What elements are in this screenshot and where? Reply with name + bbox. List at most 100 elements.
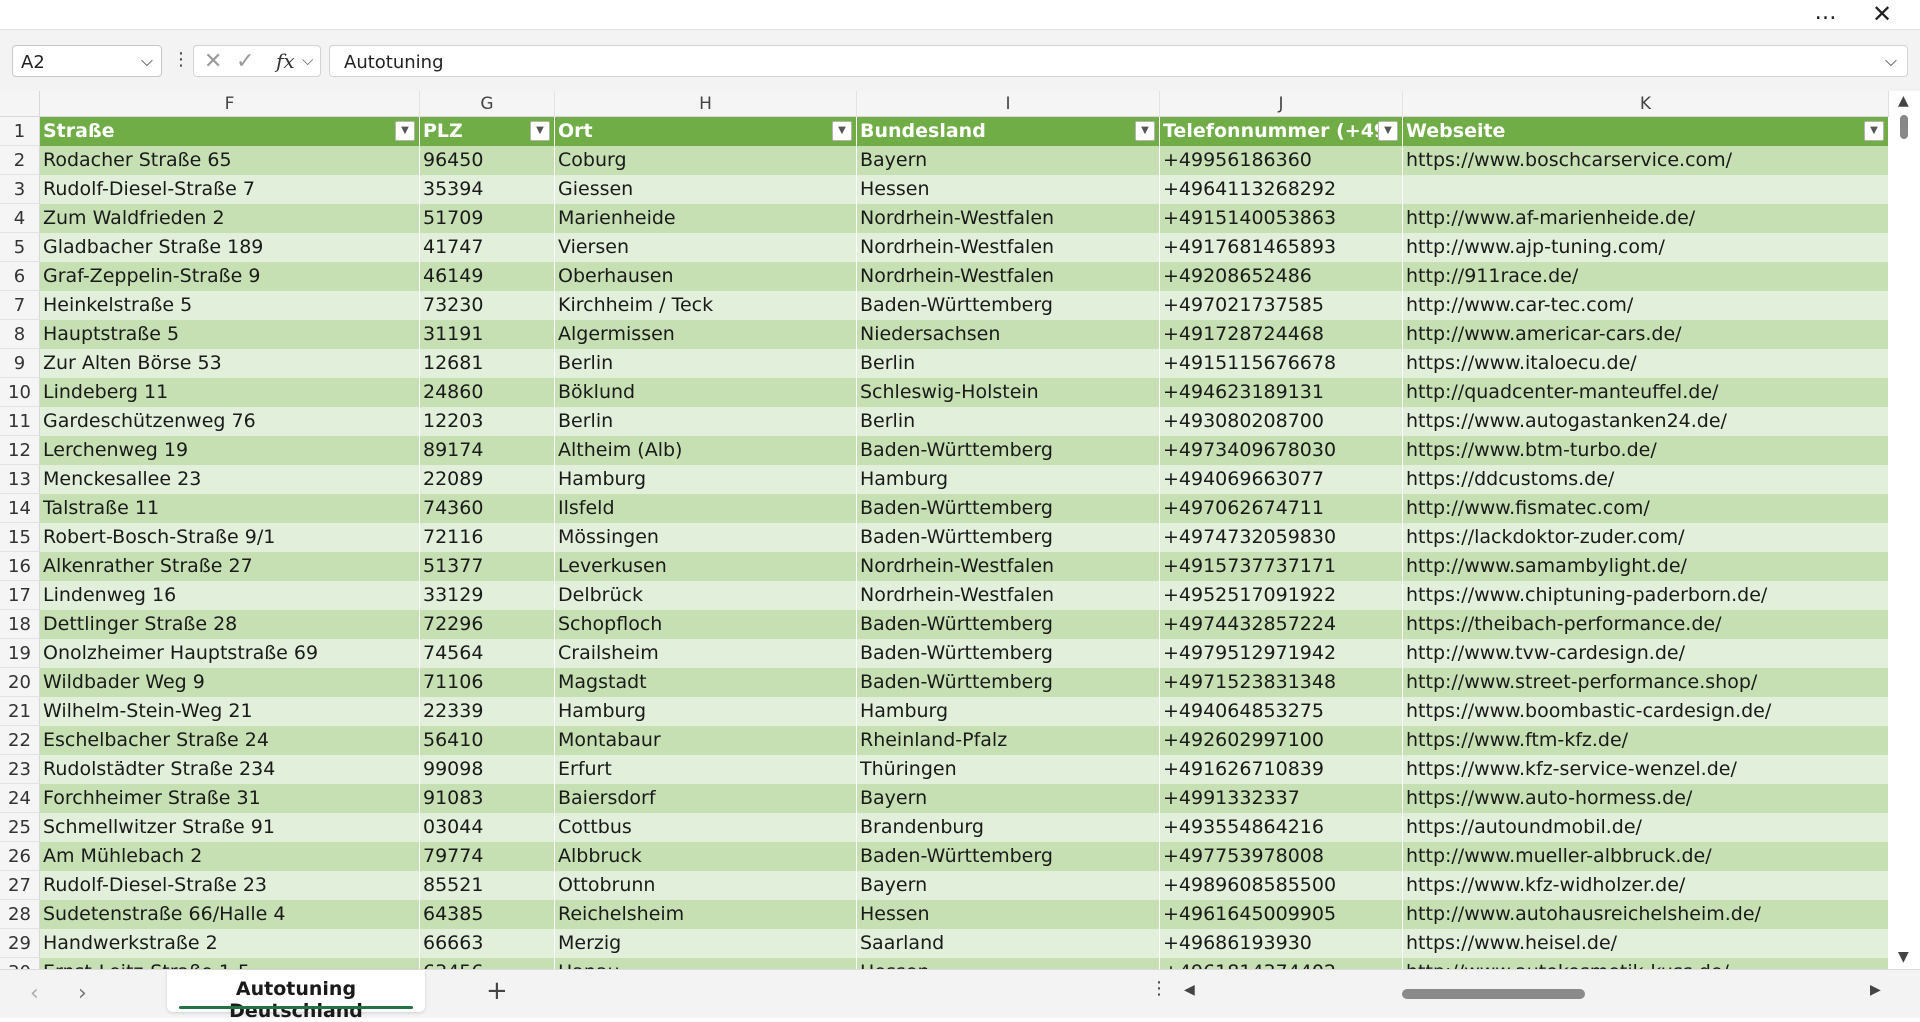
- chevron-down-icon[interactable]: ⌵: [302, 51, 313, 69]
- table-cell[interactable]: +4915115676678: [1160, 349, 1403, 378]
- table-cell[interactable]: http://www.car-tec.com/: [1403, 291, 1889, 320]
- table-cell[interactable]: +497021737585: [1160, 291, 1403, 320]
- table-cell[interactable]: +4989608585500: [1160, 871, 1403, 900]
- table-cell[interactable]: Berlin: [857, 407, 1160, 436]
- sheet-tab-autotuning[interactable]: Autotuning Deutschland: [167, 970, 425, 1022]
- table-cell[interactable]: +4952517091922: [1160, 581, 1403, 610]
- table-cell[interactable]: Hessen: [857, 175, 1160, 204]
- table-cell[interactable]: 12203: [420, 407, 555, 436]
- row-header[interactable]: 18: [0, 610, 40, 639]
- table-cell[interactable]: Lindeberg 11: [40, 378, 420, 407]
- vertical-scroll-thumb[interactable]: [1900, 115, 1908, 139]
- table-cell[interactable]: +4964113268292: [1160, 175, 1403, 204]
- table-cell[interactable]: Schleswig-Holstein: [857, 378, 1160, 407]
- table-cell[interactable]: +4917681465893: [1160, 233, 1403, 262]
- row-header[interactable]: 3: [0, 175, 40, 204]
- select-all-corner[interactable]: [0, 91, 40, 117]
- table-cell[interactable]: http://911race.de/: [1403, 262, 1889, 291]
- table-cell[interactable]: https://www.boschcarservice.com/: [1403, 146, 1889, 175]
- table-cell[interactable]: Berlin: [857, 349, 1160, 378]
- column-header-k[interactable]: K: [1403, 91, 1889, 117]
- table-cell[interactable]: Magstadt: [555, 668, 857, 697]
- table-cell[interactable]: +49686193930: [1160, 929, 1403, 958]
- table-cell[interactable]: Lindenweg 16: [40, 581, 420, 610]
- spreadsheet-grid[interactable]: ▲ ▼ F G H I J K 1 Straße ▼ PLZ ▼ Ort ▼ Bundesland ▼ Tel…: [0, 91, 1920, 969]
- table-cell[interactable]: Crailsheim: [555, 639, 857, 668]
- table-cell[interactable]: http://www.tvw-cardesign.de/: [1403, 639, 1889, 668]
- table-cell[interactable]: Onolzheimer Hauptstraße 69: [40, 639, 420, 668]
- table-cell[interactable]: +4961645009905: [1160, 900, 1403, 929]
- table-cell[interactable]: +49208652486: [1160, 262, 1403, 291]
- table-cell[interactable]: 73230: [420, 291, 555, 320]
- table-cell[interactable]: Hessen: [857, 900, 1160, 929]
- header-cell[interactable]: Ort: [555, 117, 857, 146]
- table-cell[interactable]: Hamburg: [555, 465, 857, 494]
- table-cell[interactable]: Hanau: [555, 958, 857, 969]
- table-cell[interactable]: https://www.italoecu.de/: [1403, 349, 1889, 378]
- table-cell[interactable]: Altheim (Alb): [555, 436, 857, 465]
- column-header-g[interactable]: G: [420, 91, 555, 117]
- table-cell[interactable]: 64385: [420, 900, 555, 929]
- table-cell[interactable]: Thüringen: [857, 755, 1160, 784]
- table-cell[interactable]: Rudolstädter Straße 234: [40, 755, 420, 784]
- horizontal-scroll-thumb[interactable]: [1402, 989, 1585, 999]
- table-cell[interactable]: +494069663077: [1160, 465, 1403, 494]
- close-icon[interactable]: ✕: [1866, 0, 1898, 30]
- table-cell[interactable]: Merzig: [555, 929, 857, 958]
- table-cell[interactable]: Ottobrunn: [555, 871, 857, 900]
- filter-dropdown-icon[interactable]: ▼: [530, 121, 550, 141]
- table-cell[interactable]: +4974432857224: [1160, 610, 1403, 639]
- table-cell[interactable]: 89174: [420, 436, 555, 465]
- table-cell[interactable]: Delbrück: [555, 581, 857, 610]
- table-cell[interactable]: Lerchenweg 19: [40, 436, 420, 465]
- table-cell[interactable]: Kirchheim / Teck: [555, 291, 857, 320]
- scroll-right-icon[interactable]: ▶: [1870, 982, 1881, 998]
- table-cell[interactable]: Albbruck: [555, 842, 857, 871]
- chevron-down-icon[interactable]: ⌵: [141, 51, 153, 71]
- table-cell[interactable]: Nordrhein-Westfalen: [857, 581, 1160, 610]
- table-cell[interactable]: 91083: [420, 784, 555, 813]
- column-header-h[interactable]: H: [555, 91, 857, 117]
- table-cell[interactable]: Schmellwitzer Straße 91: [40, 813, 420, 842]
- header-cell[interactable]: Bundesland: [857, 117, 1160, 146]
- table-cell[interactable]: Talstraße 11: [40, 494, 420, 523]
- table-cell[interactable]: Hamburg: [857, 697, 1160, 726]
- table-cell[interactable]: https://www.kfz-service-wenzel.de/: [1403, 755, 1889, 784]
- table-cell[interactable]: 03044: [420, 813, 555, 842]
- table-cell[interactable]: Rheinland-Pfalz: [857, 726, 1160, 755]
- row-header[interactable]: 20: [0, 668, 40, 697]
- table-cell[interactable]: http://www.autokosmetik-kuss.de/: [1403, 958, 1889, 969]
- table-cell[interactable]: Alkenrather Straße 27: [40, 552, 420, 581]
- table-cell[interactable]: Zur Alten Börse 53: [40, 349, 420, 378]
- add-sheet-button[interactable]: +: [486, 976, 508, 1006]
- table-cell[interactable]: 24860: [420, 378, 555, 407]
- table-cell[interactable]: Am Mühlebach 2: [40, 842, 420, 871]
- column-header-f[interactable]: F: [40, 91, 420, 117]
- table-cell[interactable]: Forchheimer Straße 31: [40, 784, 420, 813]
- filter-dropdown-icon[interactable]: ▼: [1135, 121, 1155, 141]
- row-header[interactable]: 4: [0, 204, 40, 233]
- table-cell[interactable]: +4973409678030: [1160, 436, 1403, 465]
- table-cell[interactable]: Bayern: [857, 146, 1160, 175]
- table-cell[interactable]: Böklund: [555, 378, 857, 407]
- table-cell[interactable]: Ilsfeld: [555, 494, 857, 523]
- table-cell[interactable]: +497753978008: [1160, 842, 1403, 871]
- row-header[interactable]: 27: [0, 871, 40, 900]
- column-header-i[interactable]: I: [857, 91, 1160, 117]
- table-cell[interactable]: Nordrhein-Westfalen: [857, 262, 1160, 291]
- header-cell[interactable]: Webseite: [1403, 117, 1889, 146]
- row-header[interactable]: 22: [0, 726, 40, 755]
- table-cell[interactable]: +4971523831348: [1160, 668, 1403, 697]
- table-cell[interactable]: +497062674711: [1160, 494, 1403, 523]
- row-header[interactable]: 7: [0, 291, 40, 320]
- table-cell[interactable]: http://www.ajp-tuning.com/: [1403, 233, 1889, 262]
- filter-dropdown-icon[interactable]: ▼: [1378, 121, 1398, 141]
- table-cell[interactable]: https://www.chiptuning-paderborn.de/: [1403, 581, 1889, 610]
- table-cell[interactable]: +4961814374402: [1160, 958, 1403, 969]
- row-header[interactable]: 10: [0, 378, 40, 407]
- table-cell[interactable]: Rudolf-Diesel-Straße 23: [40, 871, 420, 900]
- table-cell[interactable]: 35394: [420, 175, 555, 204]
- table-cell[interactable]: Brandenburg: [857, 813, 1160, 842]
- table-cell[interactable]: Algermissen: [555, 320, 857, 349]
- row-header[interactable]: 25: [0, 813, 40, 842]
